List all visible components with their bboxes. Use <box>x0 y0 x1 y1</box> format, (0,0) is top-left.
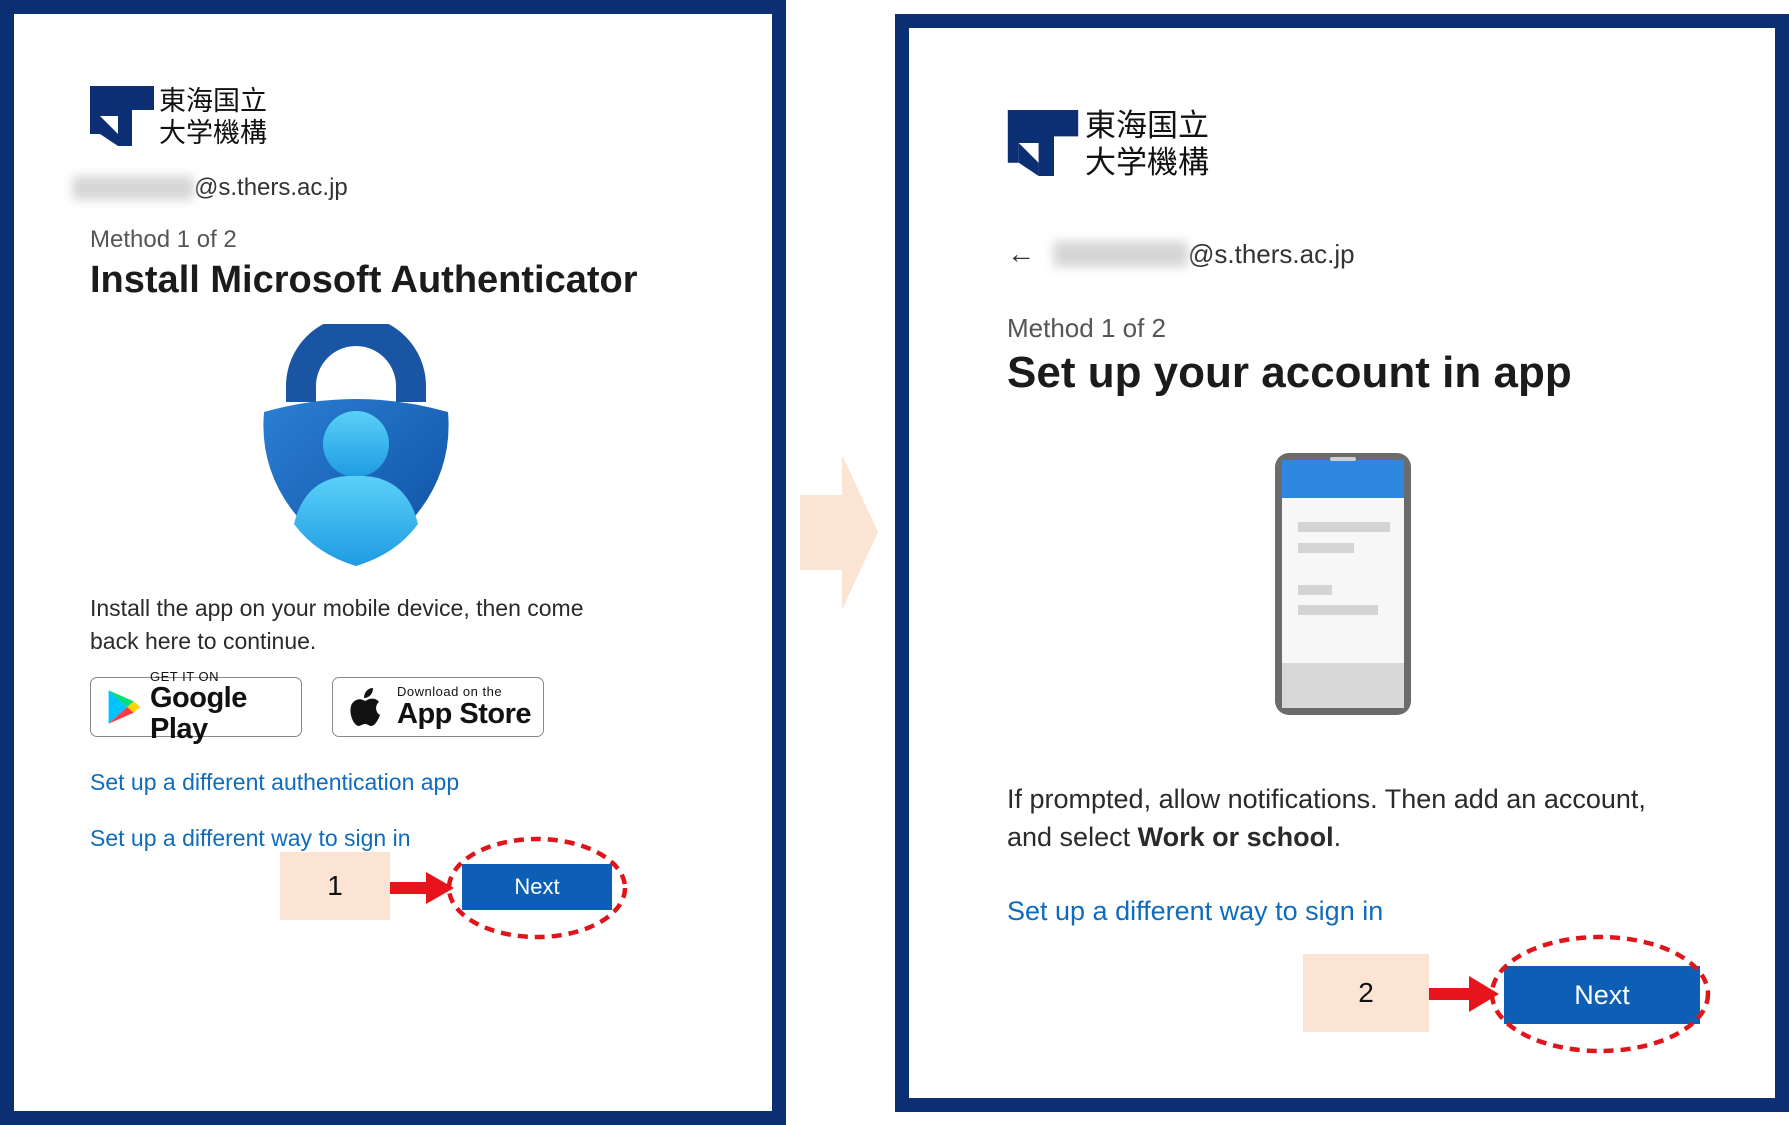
method-progress-label: Method 1 of 2 <box>90 226 237 253</box>
logo-line1: 東海国立 <box>159 86 267 117</box>
different-sign-in-way-link[interactable]: Set up a different way to sign in <box>1007 896 1383 927</box>
highlight-ellipse <box>446 836 628 940</box>
setup-account-panel: 東海国立 大学機構 ← @s.thers.ac.jp Method 1 of 2… <box>895 14 1789 1112</box>
work-or-school-text: Work or school <box>1137 822 1334 853</box>
different-auth-app-link[interactable]: Set up a different authentication app <box>90 769 459 796</box>
highlight-ellipse <box>1489 934 1711 1054</box>
redacted-username <box>72 176 194 200</box>
page-title: Install Microsoft Authenticator <box>90 259 638 301</box>
logo-text: 東海国立 大学機構 <box>159 86 267 150</box>
app-store-small-text: Download on the <box>397 683 503 699</box>
app-store-big-text: App Store <box>397 697 532 730</box>
account-email: ← @s.thers.ac.jp <box>1007 238 1355 270</box>
back-arrow-icon[interactable]: ← <box>1007 238 1035 270</box>
google-play-icon <box>108 690 141 724</box>
redacted-username <box>1053 241 1188 267</box>
install-authenticator-panel: 東海国立 大学機構 @s.thers.ac.jp Method 1 of 2 I… <box>0 0 786 1125</box>
page-title: Set up your account in app <box>1007 348 1572 397</box>
logo-text: 東海国立 大学機構 <box>1085 108 1209 181</box>
logo-mark-icon <box>90 86 154 146</box>
email-domain: @s.thers.ac.jp <box>1188 238 1355 269</box>
logo-line2: 大学機構 <box>1085 144 1209 181</box>
account-email: @s.thers.ac.jp <box>72 174 348 202</box>
step-number-badge: 1 <box>280 852 390 920</box>
app-store-badge[interactable]: Download on the App Store <box>332 677 544 737</box>
different-sign-in-way-link[interactable]: Set up a different way to sign in <box>90 825 411 852</box>
step-number-badge: 2 <box>1303 954 1429 1032</box>
authenticator-lock-icon <box>263 324 449 566</box>
email-domain: @s.thers.ac.jp <box>194 174 348 201</box>
logo-mark-icon <box>1007 110 1079 176</box>
transition-arrow-icon <box>800 455 878 610</box>
phone-illustration-icon <box>1275 453 1411 715</box>
google-play-big-text: Google Play <box>149 682 247 745</box>
logo-line1: 東海国立 <box>1085 108 1209 144</box>
method-progress-label: Method 1 of 2 <box>1007 313 1166 343</box>
install-instructions: Install the app on your mobile device, t… <box>90 595 584 654</box>
setup-instructions: If prompted, allow notifications. Then a… <box>1007 780 1647 857</box>
instructions-end: . <box>1333 822 1342 853</box>
google-play-small-text: GET IT ON <box>149 668 220 684</box>
apple-icon <box>350 688 380 726</box>
logo-line2: 大学機構 <box>159 117 267 149</box>
google-play-badge[interactable]: GET IT ON Google Play <box>90 670 302 744</box>
